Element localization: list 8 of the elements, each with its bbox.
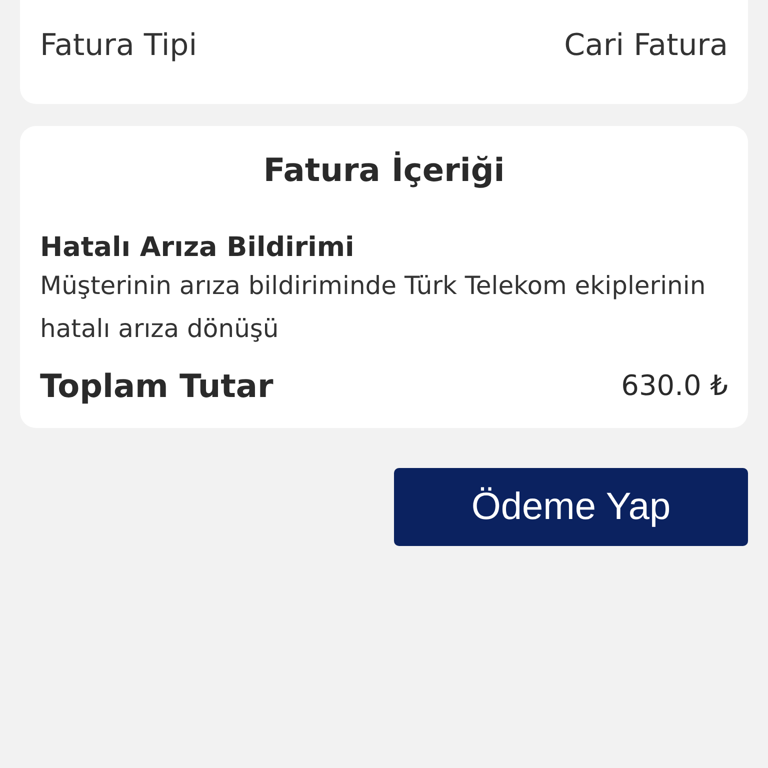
- invoice-type-value: Cari Fatura: [564, 27, 728, 65]
- invoice-type-label: Fatura Tipi: [40, 27, 198, 65]
- pay-button[interactable]: Ödeme Yap: [394, 468, 748, 546]
- item-description: Müşterinin arıza bildiriminde Türk Telekom ekiplerinin hatalı arıza dönüşü: [40, 270, 707, 345]
- total-label: Toplam Tutar: [40, 366, 274, 407]
- section-title: Fatura İçeriği: [263, 150, 505, 191]
- item-title: Hatalı Arıza Bildirimi: [40, 231, 354, 265]
- total-amount: 630.0 ₺: [621, 368, 728, 404]
